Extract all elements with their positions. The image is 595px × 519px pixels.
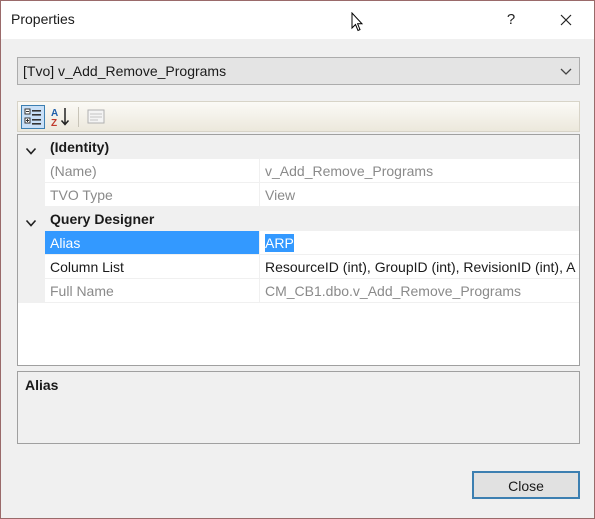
chevron-down-icon: [559, 64, 573, 81]
property-value[interactable]: View: [260, 183, 579, 207]
description-title: Alias: [25, 377, 59, 393]
property-name: Column List: [45, 255, 260, 279]
property-grid-toolbar: A Z: [17, 101, 580, 132]
property-grid: (Identity) (Name) v_Add_Remove_Programs …: [17, 134, 580, 366]
category-label: Query Designer: [50, 211, 155, 227]
object-selector-dropdown[interactable]: [Tvo] v_Add_Remove_Programs: [17, 57, 580, 85]
property-value[interactable]: CM_CB1.dbo.v_Add_Remove_Programs: [260, 279, 579, 303]
property-pages-button[interactable]: [84, 105, 108, 129]
close-window-button[interactable]: [550, 5, 582, 35]
alias-value-field[interactable]: ARP: [260, 231, 579, 255]
collapse-chevron-icon[interactable]: [25, 143, 37, 159]
property-row-full-name[interactable]: Full Name CM_CB1.dbo.v_Add_Remove_Progra…: [18, 279, 579, 303]
svg-text:Z: Z: [51, 118, 57, 129]
property-value[interactable]: v_Add_Remove_Programs: [260, 159, 579, 183]
property-pages-icon: [87, 109, 105, 124]
mouse-cursor-icon: [351, 11, 364, 35]
property-name: TVO Type: [45, 183, 260, 207]
property-name: (Name): [45, 159, 260, 183]
object-selector-value: [Tvo] v_Add_Remove_Programs: [23, 63, 227, 79]
property-name-selected: Alias: [45, 231, 260, 255]
help-button[interactable]: ?: [497, 5, 525, 35]
property-row-alias[interactable]: Alias ARP: [18, 231, 579, 255]
close-button[interactable]: Close: [472, 471, 580, 499]
sort-az-icon: A Z: [51, 108, 70, 129]
window-title: Properties: [11, 11, 75, 27]
close-button-label: Close: [508, 478, 544, 494]
properties-dialog: Properties ? [Tvo] v_Add_Remove_Programs: [0, 0, 595, 519]
alias-value-selected-text: ARP: [265, 234, 294, 252]
close-icon: [560, 14, 572, 26]
property-value[interactable]: ResourceID (int), GroupID (int), Revisio…: [260, 255, 579, 279]
category-identity[interactable]: (Identity): [18, 135, 579, 159]
toolbar-separator: [78, 107, 79, 127]
category-query-designer[interactable]: Query Designer: [18, 207, 579, 231]
collapse-chevron-icon[interactable]: [25, 215, 37, 231]
description-panel: Alias: [17, 371, 580, 444]
category-label: (Identity): [50, 139, 110, 155]
categorized-view-button[interactable]: [21, 105, 45, 129]
title-bar: Properties ?: [1, 1, 594, 39]
alphabetical-sort-button[interactable]: A Z: [49, 105, 73, 129]
property-row-column-list[interactable]: Column List ResourceID (int), GroupID (i…: [18, 255, 579, 279]
property-name: Full Name: [45, 279, 260, 303]
categorized-icon: [24, 108, 41, 125]
property-row-name[interactable]: (Name) v_Add_Remove_Programs: [18, 159, 579, 183]
property-row-tvo-type[interactable]: TVO Type View: [18, 183, 579, 207]
